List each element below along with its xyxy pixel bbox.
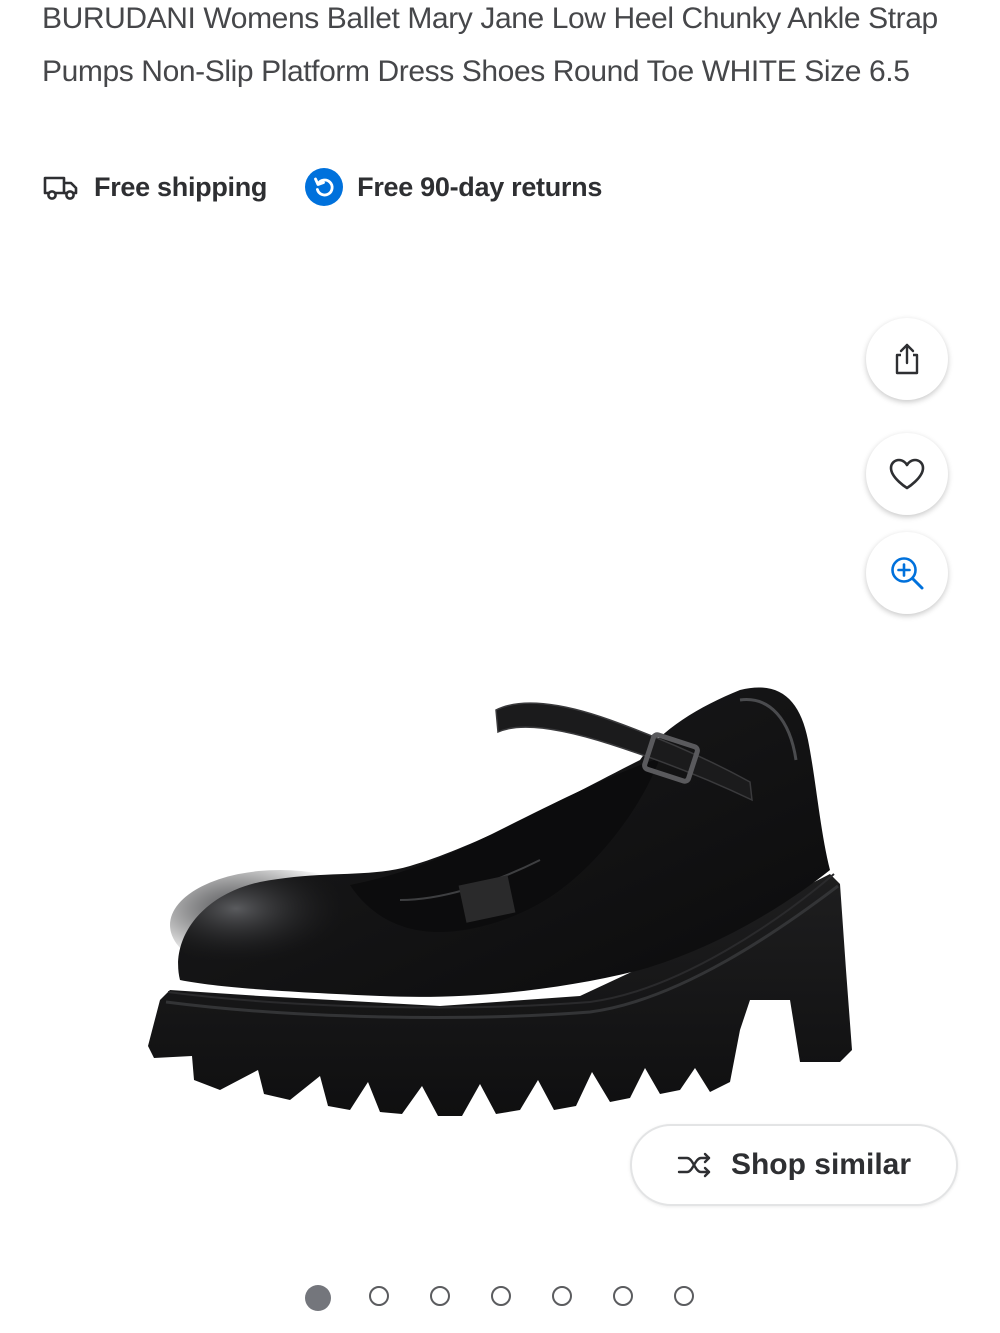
shop-similar-label: Shop similar: [730, 1148, 912, 1181]
carousel-dot[interactable]: [552, 1286, 572, 1306]
carousel-dot[interactable]: [369, 1286, 389, 1306]
returns-icon: [305, 168, 344, 206]
share-icon: [895, 343, 919, 375]
shoe-image: [148, 687, 852, 1116]
share-button[interactable]: [866, 318, 948, 400]
carousel-dot-active[interactable]: [305, 1285, 331, 1311]
zoom-button[interactable]: [866, 532, 948, 614]
free-shipping-badge: Free shipping: [42, 172, 267, 203]
free-returns-label: Free 90-day returns: [357, 171, 603, 202]
zoom-in-icon: [891, 557, 924, 590]
fulfillment-badges: Free shipping Free 90-day returns: [42, 166, 602, 208]
product-image[interactable]: [140, 670, 860, 1170]
carousel-dot[interactable]: [613, 1286, 633, 1306]
favorite-button[interactable]: [866, 433, 948, 515]
free-shipping-label: Free shipping: [94, 171, 268, 202]
shuffle-icon: [677, 1151, 713, 1179]
carousel-dot[interactable]: [491, 1286, 511, 1306]
product-title: BURUDANI Womens Ballet Mary Jane Low Hee…: [42, 2, 938, 88]
truck-icon: [42, 173, 80, 201]
shop-similar-button[interactable]: Shop similar: [630, 1124, 958, 1206]
heart-icon: [889, 458, 925, 490]
free-returns-badge: Free 90-day returns: [305, 168, 602, 206]
carousel-dot[interactable]: [674, 1286, 694, 1306]
image-carousel-indicator: [0, 1285, 1000, 1312]
carousel-dot[interactable]: [430, 1286, 450, 1306]
